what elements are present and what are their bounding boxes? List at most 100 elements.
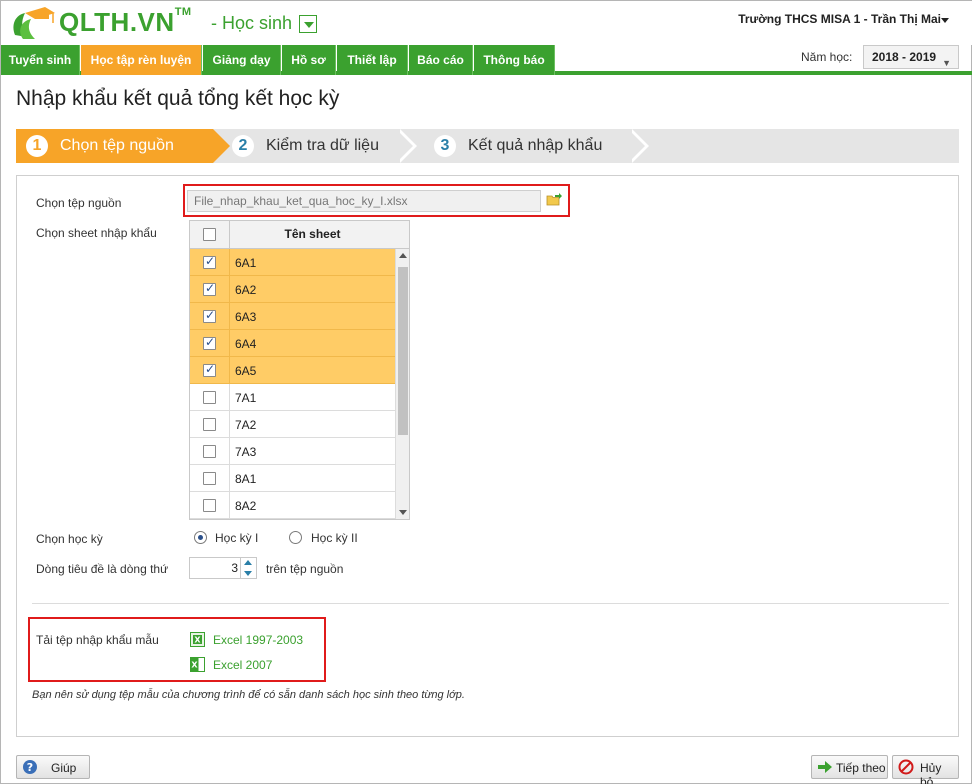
semester-label: Chọn học kỳ — [36, 532, 103, 546]
arrow-right-icon — [818, 761, 832, 773]
tab-thiet-lap[interactable]: Thiết lập — [337, 45, 408, 75]
role-label: - Học sinh — [211, 13, 293, 33]
table-row[interactable]: 6A4 — [190, 330, 395, 357]
source-file-input[interactable]: File_nhap_khau_ket_qua_hoc_ky_I.xlsx — [187, 190, 541, 212]
page-title: Nhập khẩu kết quả tổng kết học kỳ — [16, 87, 340, 110]
open-folder-icon[interactable] — [546, 193, 562, 207]
row-checkbox-cell — [190, 357, 230, 383]
scroll-up-icon[interactable] — [399, 253, 407, 258]
wizard-step-2: 2 Kiểm tra dữ liệu — [230, 129, 400, 163]
cancel-icon — [898, 759, 914, 775]
grid-scrollbar[interactable] — [395, 249, 409, 519]
step-label: Kiểm tra dữ liệu — [266, 137, 379, 154]
row-checkbox-cell — [190, 384, 230, 410]
role-dropdown-button[interactable] — [299, 15, 317, 33]
app-window: QLTH.VNTM - Học sinh Trường THCS MISA 1 … — [0, 0, 972, 784]
header-row-value[interactable]: 3 — [231, 561, 238, 575]
hint-text: Bạn nên sử dụng tệp mẫu của chương trình… — [32, 689, 465, 701]
row-checkbox-cell — [190, 303, 230, 329]
decrement-icon[interactable] — [244, 571, 252, 576]
row-checkbox-cell — [190, 249, 230, 275]
excel-icon: X — [190, 657, 205, 672]
semester-1-label[interactable]: Học kỳ I — [215, 531, 258, 545]
caret-down-icon[interactable] — [941, 18, 949, 23]
row-checkbox[interactable] — [203, 308, 216, 323]
table-row[interactable]: 8A2 — [190, 492, 395, 519]
semester-2-label[interactable]: Học kỳ II — [311, 531, 358, 545]
header-checkbox-cell — [190, 221, 230, 248]
tab-ho-so[interactable]: Hồ sơ — [282, 45, 336, 75]
chevron-down-icon: ▼ — [942, 58, 951, 68]
sheet-name: 8A1 — [235, 472, 257, 486]
tab-bao-cao[interactable]: Báo cáo — [409, 45, 473, 75]
school-year-select[interactable]: 2018 - 2019 ▼ — [863, 45, 959, 69]
row-checkbox[interactable] — [203, 445, 216, 458]
tab-tuyen-sinh[interactable]: Tuyển sinh — [1, 45, 80, 75]
row-checkbox[interactable] — [203, 472, 216, 485]
row-checkbox[interactable] — [203, 418, 216, 431]
wizard-steps: 1 Chọn tệp nguồn 2 Kiểm tra dữ liệu 3 Kế… — [16, 129, 959, 163]
row-checkbox-cell — [190, 330, 230, 356]
table-row[interactable]: 7A2 — [190, 411, 395, 438]
sheet-name: 6A5 — [235, 364, 257, 378]
table-row[interactable]: 6A2 — [190, 276, 395, 303]
table-row[interactable]: 6A3 — [190, 303, 395, 330]
excel-2007-link[interactable]: Excel 2007 — [213, 658, 272, 672]
template-label: Tải tệp nhập khẩu mẫu — [36, 633, 159, 647]
help-button[interactable]: ? Giúp — [16, 755, 90, 779]
increment-icon[interactable] — [244, 560, 252, 565]
semester-2-radio[interactable] — [289, 531, 302, 544]
row-checkbox[interactable] — [203, 499, 216, 512]
excel-icon: X — [190, 632, 205, 647]
scroll-thumb[interactable] — [398, 267, 408, 435]
sheet-name: 8A2 — [235, 499, 257, 513]
row-checkbox[interactable] — [203, 391, 216, 404]
sheet-name: 6A2 — [235, 283, 257, 297]
step-number: 2 — [232, 135, 254, 157]
cancel-button[interactable]: Hủy bỏ — [892, 755, 959, 784]
svg-text:X: X — [191, 661, 198, 670]
column-header-sheet-name: Tên sheet — [284, 227, 341, 241]
table-row[interactable]: 6A1 — [190, 249, 395, 276]
header-row-label: Dòng tiêu đề là dòng thứ — [36, 562, 169, 576]
step-label: Kết quả nhập khẩu — [468, 137, 603, 154]
excel-2003-link[interactable]: Excel 1997-2003 — [213, 633, 303, 647]
row-checkbox[interactable] — [203, 335, 216, 350]
row-checkbox-cell — [190, 465, 230, 491]
sheet-name: 6A1 — [235, 256, 257, 270]
row-checkbox[interactable] — [203, 362, 216, 377]
tab-giang-day[interactable]: Giảng dạy — [203, 45, 281, 75]
select-all-checkbox[interactable] — [203, 228, 216, 241]
user-menu[interactable]: Trường THCS MISA 1 - Trần Thị Mai — [738, 12, 941, 26]
row-checkbox-cell — [190, 438, 230, 464]
next-button[interactable]: Tiếp theo — [811, 755, 888, 779]
help-icon: ? — [23, 760, 37, 774]
row-checkbox[interactable] — [203, 254, 216, 269]
tab-hoc-tap-ren-luyen[interactable]: Học tập rèn luyện — [81, 45, 202, 75]
step-number: 3 — [434, 135, 456, 157]
row-checkbox-cell — [190, 411, 230, 437]
divider — [32, 603, 949, 604]
row-checkbox[interactable] — [203, 281, 216, 296]
table-row[interactable]: 8A1 — [190, 465, 395, 492]
table-row[interactable]: 7A1 — [190, 384, 395, 411]
school-year-label: Năm học: — [801, 50, 853, 64]
svg-text:X: X — [194, 636, 201, 645]
sheet-name: 7A2 — [235, 418, 257, 432]
logo-icon — [13, 7, 55, 39]
tab-thong-bao[interactable]: Thông báo — [474, 45, 555, 75]
sheet-name: 7A1 — [235, 391, 257, 405]
row-checkbox-cell — [190, 276, 230, 302]
header-row-stepper[interactable]: 3 — [189, 557, 257, 579]
highlight-box — [28, 617, 326, 682]
table-row[interactable]: 7A3 — [190, 438, 395, 465]
stepper-buttons — [240, 558, 256, 578]
semester-1-radio[interactable] — [194, 531, 207, 544]
sheet-name: 6A4 — [235, 337, 257, 351]
table-row[interactable]: 6A5 — [190, 357, 395, 384]
scroll-down-icon[interactable] — [399, 510, 407, 515]
brand-name: QLTH.VNTM — [59, 6, 192, 37]
sheet-name: 6A3 — [235, 310, 257, 324]
sheet-name: 7A3 — [235, 445, 257, 459]
step-number: 1 — [26, 135, 48, 157]
